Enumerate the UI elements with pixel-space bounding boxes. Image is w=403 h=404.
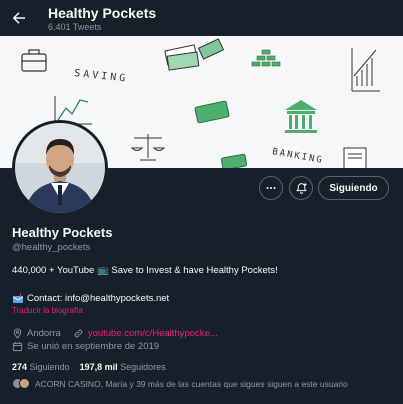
profile-name: Healthy Pockets — [12, 225, 113, 240]
profile-handle: @healthy_pockets — [12, 242, 91, 253]
calendar-icon — [12, 341, 23, 352]
known-follower-avatar — [19, 378, 30, 389]
cash-corner-icon — [220, 153, 248, 168]
bio-contact: Contact: info@healthypockets.net — [27, 293, 170, 304]
translate-bio-link[interactable]: Traducir la biografía — [12, 306, 83, 315]
following-button[interactable]: Siguiendo — [318, 176, 389, 200]
scales-icon — [130, 134, 166, 161]
link-icon — [74, 329, 83, 338]
mailbox-icon — [12, 293, 24, 303]
money-stack-icon — [164, 44, 200, 71]
tweet-count: 6.401 Tweets — [48, 22, 102, 32]
follow-stats: 274 Siguiendo 197,8 mil Seguidores — [12, 362, 166, 372]
location-pin-icon — [13, 328, 22, 339]
profile-website-link[interactable]: youtube.com/c/Healthypocke... — [88, 328, 218, 339]
briefcase-icon — [21, 49, 47, 72]
banner-word-saving: SAVING — [74, 68, 129, 85]
growth-chart-icon — [351, 48, 380, 92]
followers-label: Seguidores — [120, 362, 166, 372]
avatar[interactable] — [12, 120, 108, 216]
known-followers[interactable]: ACORN CASINO, María y 39 más de las cuen… — [12, 378, 348, 389]
following-count: 274 — [12, 362, 28, 372]
back-arrow-icon[interactable] — [10, 9, 28, 27]
profile-location: Andorra — [27, 328, 61, 339]
cash-note-icon — [194, 100, 230, 124]
banner-word-banking: BANKING — [271, 147, 324, 166]
bio-line-2: Contact: info@healthypockets.net — [12, 293, 169, 304]
document-icon — [343, 147, 367, 168]
followers-stat[interactable]: 197,8 mil Seguidores — [80, 362, 166, 372]
following-label: Siguiendo — [29, 362, 70, 372]
more-options-button[interactable] — [259, 176, 283, 200]
bank-icon — [285, 100, 317, 133]
header-title: Healthy Pockets — [48, 5, 157, 21]
bio-line-1: 440,000 + YouTube 📺 Save to Invest & hav… — [12, 265, 278, 276]
profile-meta-row: Andorra youtube.com/c/Healthypocke... — [12, 328, 218, 339]
profile-joined: Se unió en septiembre de 2019 — [27, 341, 160, 352]
avatar-photo — [15, 123, 105, 213]
money-bundle-icon — [197, 38, 225, 60]
followers-count: 197,8 mil — [79, 362, 118, 372]
more-dots-icon — [266, 187, 276, 189]
following-stat[interactable]: 274 Siguiendo — [12, 362, 70, 372]
notifications-button[interactable] — [289, 176, 313, 200]
bell-plus-icon — [295, 182, 307, 194]
profile-joined-row: Se unió en septiembre de 2019 — [12, 341, 159, 352]
known-followers-text: ACORN CASINO, María y 39 más de las cuen… — [35, 378, 348, 389]
gold-bars-icon — [251, 49, 281, 67]
top-bar: Healthy Pockets 6.401 Tweets — [0, 0, 403, 36]
